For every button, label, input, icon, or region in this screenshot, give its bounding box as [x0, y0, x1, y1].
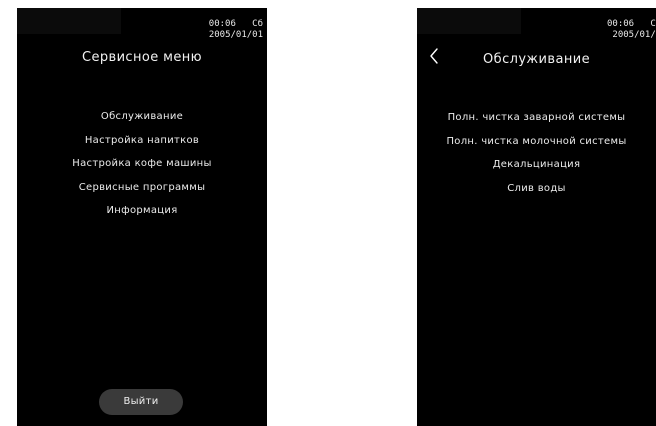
clock-time: 00:06 — [208, 19, 236, 29]
status-clock: 00:06 С 2005/01/ — [607, 19, 656, 41]
clock-date: 2005/01/ — [612, 30, 656, 40]
maintenance-screen: 00:06 С 2005/01/ Обслуживание Полн. чист… — [417, 8, 656, 426]
menu-item-service-programs[interactable]: Сервисные программы — [17, 176, 267, 200]
clock-time: 00:06 — [607, 19, 635, 29]
service-menu-screen: 00:06 Сб 2005/01/01 Сервисное меню Обслу… — [17, 8, 267, 426]
menu-item-milk-system-cleaning[interactable]: Полн. чистка молочной системы — [417, 130, 656, 154]
exit-button[interactable]: Выйти — [99, 389, 183, 415]
maintenance-menu-list: Полн. чистка заварной системы Полн. чист… — [417, 106, 656, 200]
menu-item-descaling[interactable]: Декальцинация — [417, 153, 656, 177]
menu-item-machine-settings[interactable]: Настройка кофе машины — [17, 152, 267, 176]
status-bar-block — [17, 8, 121, 34]
clock-date: 2005/01/01 — [208, 30, 263, 40]
menu-item-water-drain[interactable]: Слив воды — [417, 177, 656, 201]
menu-item-drink-settings[interactable]: Настройка напитков — [17, 129, 267, 153]
page-title: Обслуживание — [483, 52, 590, 67]
menu-item-brew-system-cleaning[interactable]: Полн. чистка заварной системы — [417, 106, 656, 130]
clock-day: Сб — [252, 19, 263, 29]
clock-day: С — [650, 19, 656, 29]
menu-item-maintenance[interactable]: Обслуживание — [17, 105, 267, 129]
menu-item-information[interactable]: Информация — [17, 199, 267, 223]
status-bar-block — [417, 8, 521, 34]
status-clock: 00:06 Сб 2005/01/01 — [209, 19, 263, 41]
service-menu-list: Обслуживание Настройка напитков Настройк… — [17, 105, 267, 223]
page-title: Сервисное меню — [81, 50, 203, 65]
